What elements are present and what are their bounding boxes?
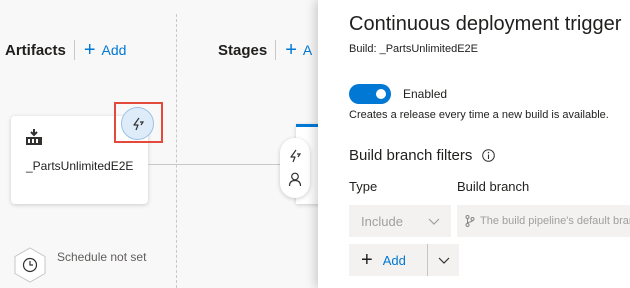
pipeline-connector	[148, 164, 280, 165]
stage-conditions	[280, 138, 310, 198]
continuous-deployment-trigger-button[interactable]	[121, 107, 154, 140]
artifacts-header: Artifacts + Add	[5, 40, 126, 60]
header-divider	[275, 40, 277, 60]
branch-filters-title: Build branch filters	[349, 147, 473, 164]
toggle-description: Creates a release every time a new build…	[349, 109, 609, 121]
panel-title: Continuous deployment trigger	[349, 13, 622, 35]
add-filter-button[interactable]: + Add	[349, 244, 427, 276]
toggle-knob	[376, 89, 386, 99]
build-branch-input[interactable]: The build pipeline's default branch	[457, 205, 630, 237]
schedule-button[interactable]	[13, 247, 47, 283]
lightning-icon[interactable]	[288, 149, 302, 163]
type-column-label: Type	[349, 179, 378, 194]
stages-title: Stages	[218, 41, 268, 59]
plus-icon: +	[83, 39, 96, 61]
plus-icon: +	[361, 249, 373, 271]
branch-filters-heading: Build branch filters	[349, 147, 496, 164]
pipeline-canvas: Artifacts + Add Stages + A _PartsUnlimit…	[0, 0, 318, 288]
info-icon[interactable]	[482, 149, 496, 162]
filter-type-value: Include	[361, 213, 403, 229]
trigger-panel: Continuous deployment trigger Build: _Pa…	[318, 0, 630, 288]
stages-header: Stages + A	[218, 40, 312, 60]
branch-icon	[465, 215, 475, 227]
schedule-label: Schedule not set	[57, 250, 147, 264]
add-filter-label: Add	[382, 252, 406, 268]
filter-type-dropdown[interactable]: Include	[349, 205, 451, 237]
schedule: Schedule not set	[13, 247, 147, 283]
artifact-name: _PartsUnlimitedE2E	[26, 159, 134, 173]
add-artifact-label: Add	[101, 42, 127, 58]
header-divider	[73, 40, 75, 60]
add-filter-dropdown-button[interactable]	[427, 244, 459, 276]
chevron-down-icon	[428, 218, 440, 225]
lightning-icon	[132, 117, 144, 130]
person-icon[interactable]	[288, 172, 302, 187]
column-divider	[176, 14, 177, 288]
artifacts-title: Artifacts	[5, 41, 66, 59]
toggle-label: Enabled	[403, 87, 448, 101]
build-pipeline-icon	[26, 129, 42, 145]
enabled-toggle[interactable]	[349, 84, 391, 104]
branch-column-label: Build branch	[457, 179, 530, 194]
add-artifact-button[interactable]: + Add	[84, 40, 127, 60]
plus-icon: +	[285, 39, 297, 61]
build-branch-placeholder: The build pipeline's default branch	[480, 215, 630, 227]
add-stage-label: A	[302, 42, 313, 58]
chevron-down-icon	[438, 257, 449, 264]
clock-icon	[14, 247, 46, 283]
panel-subtitle: Build: _PartsUnlimitedE2E	[349, 43, 479, 55]
enabled-toggle-row: Enabled	[349, 84, 447, 104]
add-stage-button[interactable]: + A	[285, 40, 312, 60]
